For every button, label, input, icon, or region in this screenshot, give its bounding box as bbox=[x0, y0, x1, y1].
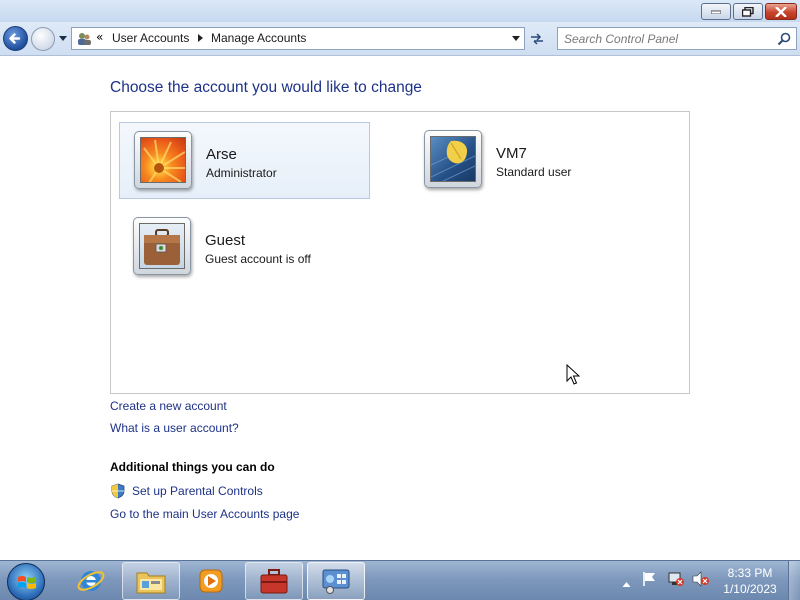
taskbar-user-accounts-window[interactable] bbox=[307, 562, 365, 600]
control-panel-icon bbox=[322, 569, 350, 594]
refresh-icon[interactable] bbox=[527, 30, 547, 48]
internet-explorer-icon bbox=[77, 571, 105, 591]
create-account-link[interactable]: Create a new account bbox=[110, 399, 227, 413]
taskbar-media-player[interactable] bbox=[182, 562, 240, 600]
account-name: Arse bbox=[206, 146, 237, 163]
account-picture-leaf bbox=[424, 130, 482, 188]
flower-icon bbox=[143, 139, 185, 182]
account-list: Arse Administrator VM7 Standard user Gue… bbox=[110, 111, 690, 394]
account-type: Administrator bbox=[206, 166, 277, 180]
parental-controls-link[interactable]: Set up Parental Controls bbox=[132, 484, 263, 498]
close-button[interactable] bbox=[765, 3, 797, 20]
shield-icon bbox=[111, 483, 125, 499]
main-user-accounts-link[interactable]: Go to the main User Accounts page bbox=[110, 507, 299, 521]
additional-things-heading: Additional things you can do bbox=[110, 460, 275, 474]
restore-button[interactable] bbox=[733, 3, 763, 20]
account-tile-guest[interactable]: Guest Guest account is off bbox=[119, 209, 370, 286]
account-tile-arse[interactable]: Arse Administrator bbox=[119, 122, 370, 199]
show-hidden-icons-icon[interactable] bbox=[622, 575, 631, 594]
what-is-user-account-link[interactable]: What is a user account? bbox=[110, 421, 239, 435]
recent-pages-dropdown-icon[interactable] bbox=[58, 34, 68, 44]
search-input[interactable] bbox=[564, 30, 764, 47]
forward-button[interactable] bbox=[31, 27, 55, 51]
breadcrumb-overflow-chevron[interactable]: « bbox=[96, 30, 103, 44]
toolbox-icon bbox=[260, 569, 288, 594]
breadcrumb-manage-accounts[interactable]: Manage Accounts bbox=[211, 31, 306, 45]
page-title: Choose the account you would like to cha… bbox=[110, 79, 422, 96]
back-button[interactable] bbox=[3, 26, 28, 51]
navigation-bar: « User Accounts Manage Accounts bbox=[0, 22, 800, 56]
volume-muted-icon[interactable] bbox=[692, 571, 710, 591]
mouse-cursor-icon bbox=[566, 364, 580, 385]
search-box[interactable] bbox=[557, 27, 797, 50]
taskbar-internet-explorer[interactable] bbox=[62, 562, 120, 600]
account-picture-flower bbox=[134, 131, 192, 189]
close-icon bbox=[775, 6, 787, 17]
window-titlebar bbox=[0, 0, 800, 22]
address-dropdown-icon[interactable] bbox=[512, 36, 520, 41]
account-picture-suitcase bbox=[133, 217, 191, 275]
account-type: Standard user bbox=[496, 165, 572, 179]
account-name: VM7 bbox=[496, 145, 527, 162]
leaf-icon bbox=[431, 140, 475, 181]
taskbar bbox=[0, 560, 800, 600]
network-icon[interactable] bbox=[667, 571, 685, 591]
media-player-icon bbox=[199, 569, 223, 593]
clock-date[interactable]: 1/10/2023 bbox=[717, 582, 783, 596]
account-type: Guest account is off bbox=[205, 252, 311, 266]
show-desktop-button[interactable] bbox=[788, 561, 800, 600]
breadcrumb-user-accounts[interactable]: User Accounts bbox=[112, 31, 189, 45]
search-icon[interactable] bbox=[777, 32, 791, 46]
suitcase-icon bbox=[144, 229, 180, 265]
restore-icon bbox=[742, 6, 754, 17]
taskbar-windows-explorer[interactable] bbox=[122, 562, 180, 600]
back-arrow-icon bbox=[9, 33, 21, 44]
account-name: Guest bbox=[205, 232, 246, 249]
taskbar-control-panel-toolbox[interactable] bbox=[245, 562, 303, 600]
folder-icon bbox=[136, 572, 166, 594]
user-accounts-icon bbox=[78, 33, 91, 45]
minimize-icon bbox=[711, 10, 721, 14]
address-bar[interactable]: « User Accounts Manage Accounts bbox=[71, 27, 525, 50]
breadcrumb-separator-icon[interactable] bbox=[198, 34, 203, 42]
start-button[interactable] bbox=[7, 563, 45, 600]
action-center-flag-icon[interactable] bbox=[642, 571, 658, 591]
windows-logo-icon bbox=[18, 576, 36, 589]
account-tile-vm7[interactable]: VM7 Standard user bbox=[410, 122, 661, 199]
minimize-button[interactable] bbox=[701, 3, 731, 20]
clock-time[interactable]: 8:33 PM bbox=[722, 566, 778, 580]
